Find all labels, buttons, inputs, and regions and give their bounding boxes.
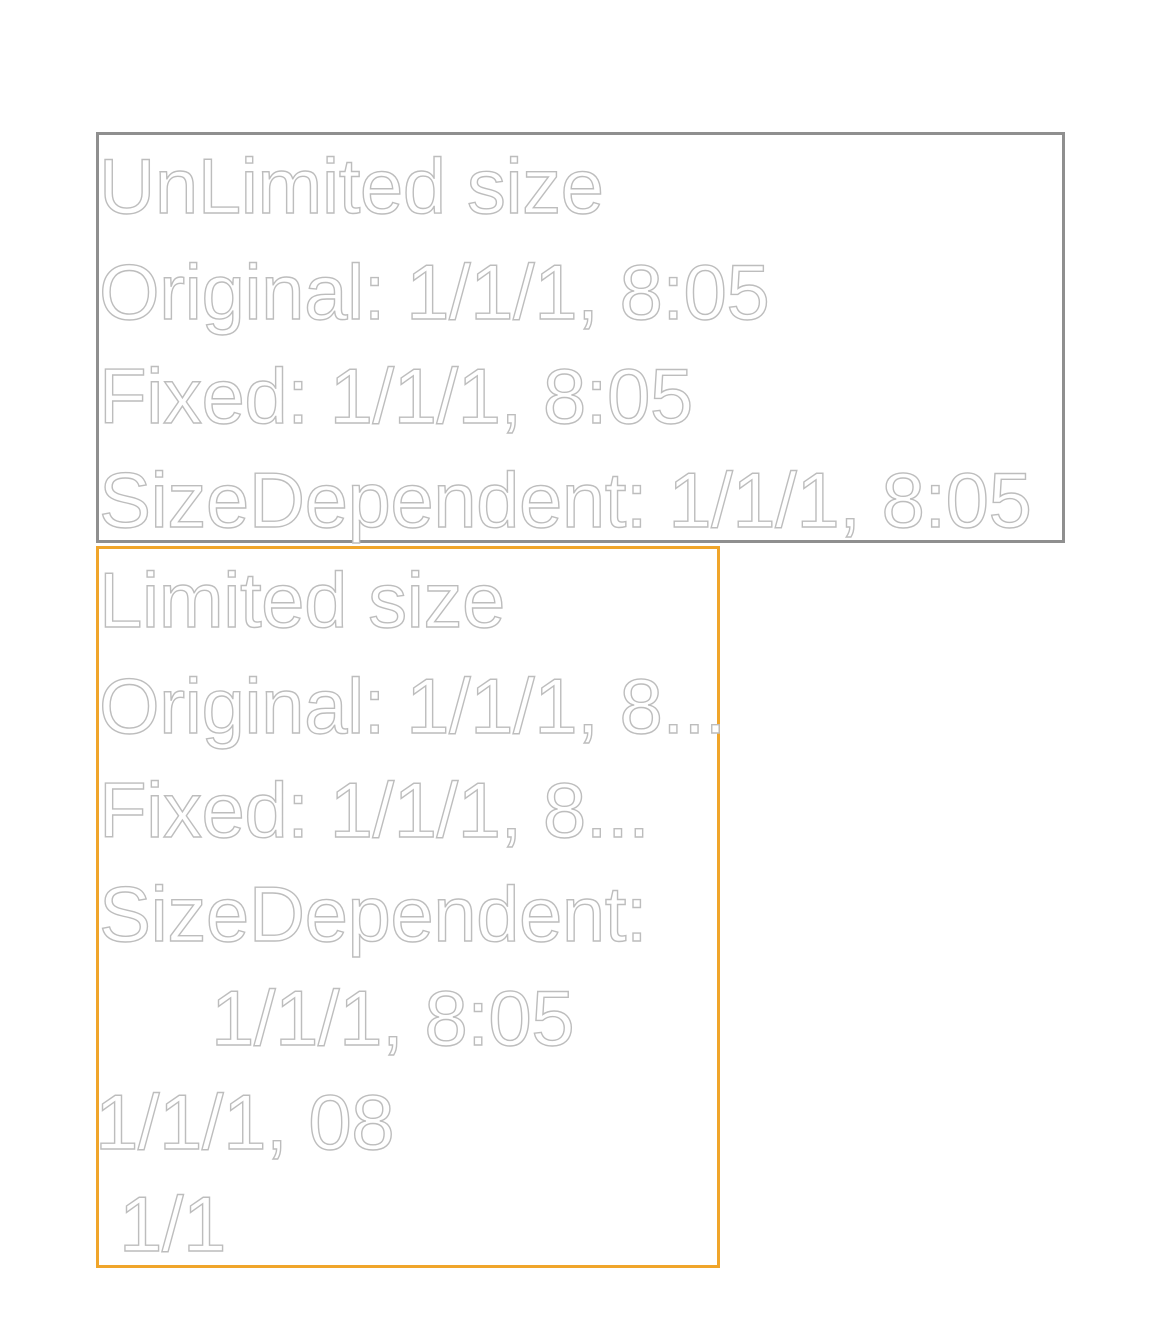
limited-fixed-text: Fixed: 1/1/1, 8... [98,766,650,854]
unlimited-size-panel: UnLimited size Original: 1/1/1, 8:05 Fix… [96,132,1065,543]
limited-size-dependent-label: SizeDependent: [98,870,648,958]
limited-heading: Limited size [98,556,506,644]
limited-size-panel: Limited size Original: 1/1/1, 8... Fixed… [94,546,727,1268]
limited-original-text: Original: 1/1/1, 8... [98,662,727,750]
unlimited-fixed-text: Fixed: 1/1/1, 8:05 [98,352,694,440]
unlimited-original-text: Original: 1/1/1, 8:05 [98,248,770,336]
unlimited-heading: UnLimited size [98,142,604,230]
limited-short-date-2: 1/1 [118,1180,227,1268]
limited-size-dependent-value: 1/1/1, 8:05 [210,974,575,1062]
unlimited-size-dependent-text: SizeDependent: 1/1/1, 8:05 [98,456,1032,544]
limited-short-date-1: 1/1/1, 08 [94,1078,395,1166]
canvas: UnLimited size Original: 1/1/1, 8:05 Fix… [0,0,1161,1328]
